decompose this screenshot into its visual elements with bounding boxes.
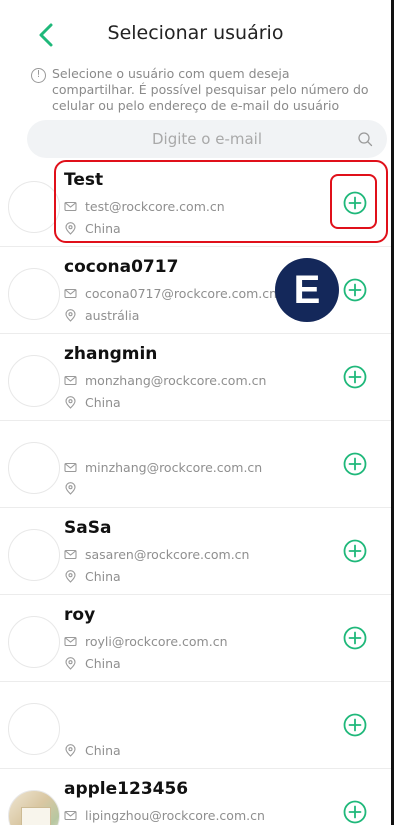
mail-icon (64, 636, 77, 647)
user-name: apple123456 (64, 779, 189, 799)
user-row[interactable]: minzhang@rockcore.com.cn (0, 421, 391, 508)
user-country-text: China (85, 395, 121, 410)
user-name: SaSa (64, 518, 112, 538)
user-email-text: lipingzhou@rockcore.com.cn (85, 808, 265, 823)
user-email: minzhang@rockcore.com.cn (64, 460, 262, 475)
add-user-button[interactable] (343, 539, 367, 563)
location-pin-icon (65, 657, 76, 670)
user-row[interactable]: apple123456 lipingzhou@rockcore.com.cn (0, 769, 391, 825)
user-email-text: minzhang@rockcore.com.cn (85, 460, 263, 475)
user-country: China (64, 569, 121, 584)
mail-icon (64, 288, 77, 299)
user-row[interactable]: zhangmin monzhang@rockcore.com.cn China (0, 334, 391, 421)
add-user-button[interactable] (343, 800, 367, 824)
info-notice: ! Selecione o usuário com quem deseja co… (0, 66, 391, 113)
page-title: Selecionar usuário (107, 22, 284, 44)
location-pin-icon (65, 570, 76, 583)
location-pin-icon (65, 396, 76, 409)
user-name: zhangmin (64, 344, 158, 364)
user-row[interactable]: SaSa sasaren@rockcore.com.cn China (0, 508, 391, 595)
user-country (64, 482, 85, 495)
highlight-add-button (330, 174, 377, 229)
user-email-text: sasaren@rockcore.com.cn (85, 547, 250, 562)
user-country: China (64, 395, 121, 410)
search-input[interactable] (27, 120, 387, 158)
user-country: China (64, 656, 121, 671)
user-country-text: China (85, 569, 121, 584)
user-country: China (64, 743, 121, 758)
plus-circle-icon (343, 713, 367, 737)
header: Selecionar usuário (0, 0, 391, 66)
user-country: austrália (64, 308, 139, 323)
avatar (8, 790, 60, 825)
add-user-button[interactable] (343, 626, 367, 650)
select-user-screen: Selecionar usuário ! Selecione o usuário… (0, 0, 394, 825)
notice-text: Selecione o usuário com quem deseja comp… (52, 66, 369, 113)
avatar (8, 181, 60, 233)
search-bar (27, 120, 387, 158)
user-email: cocona0717@rockcore.com.cn (64, 286, 277, 301)
user-email: sasaren@rockcore.com.cn (64, 547, 249, 562)
add-user-button[interactable] (343, 713, 367, 737)
plus-circle-icon (343, 365, 367, 389)
avatar (8, 529, 60, 581)
user-country-text: China (85, 656, 121, 671)
avatar (8, 442, 60, 494)
avatar (8, 355, 60, 407)
mail-icon (64, 549, 77, 560)
location-pin-icon (65, 482, 76, 495)
user-country-text: China (85, 743, 121, 758)
user-country-text: austrália (85, 308, 140, 323)
location-pin-icon (65, 309, 76, 322)
plus-circle-icon (343, 626, 367, 650)
plus-circle-icon (343, 800, 367, 824)
user-email: monzhang@rockcore.com.cn (64, 373, 266, 388)
mail-icon (64, 462, 77, 473)
add-user-button[interactable] (343, 278, 367, 302)
plus-circle-icon (343, 278, 367, 302)
annotation-badge: E (275, 258, 339, 322)
location-pin-icon (65, 744, 76, 757)
mail-icon (64, 375, 77, 386)
user-name: cocona0717 (64, 257, 179, 277)
plus-circle-icon (343, 452, 367, 476)
plus-circle-icon (343, 539, 367, 563)
add-user-button[interactable] (343, 452, 367, 476)
user-list: Test test@rockcore.com.cn China cocona07… (0, 160, 391, 825)
user-email-text: monzhang@rockcore.com.cn (85, 373, 267, 388)
user-email: lipingzhou@rockcore.com.cn (64, 808, 265, 823)
user-row[interactable]: China (0, 682, 391, 769)
user-email-text: royli@rockcore.com.cn (85, 634, 228, 649)
avatar (8, 268, 60, 320)
user-email-text: cocona0717@rockcore.com.cn (85, 286, 278, 301)
avatar (8, 703, 60, 755)
user-name: roy (64, 605, 96, 625)
user-email: royli@rockcore.com.cn (64, 634, 228, 649)
user-row[interactable]: roy royli@rockcore.com.cn China (0, 595, 391, 682)
add-user-button[interactable] (343, 365, 367, 389)
info-icon: ! (31, 68, 46, 83)
search-icon[interactable] (357, 131, 373, 147)
mail-icon (64, 810, 77, 821)
avatar (8, 616, 60, 668)
